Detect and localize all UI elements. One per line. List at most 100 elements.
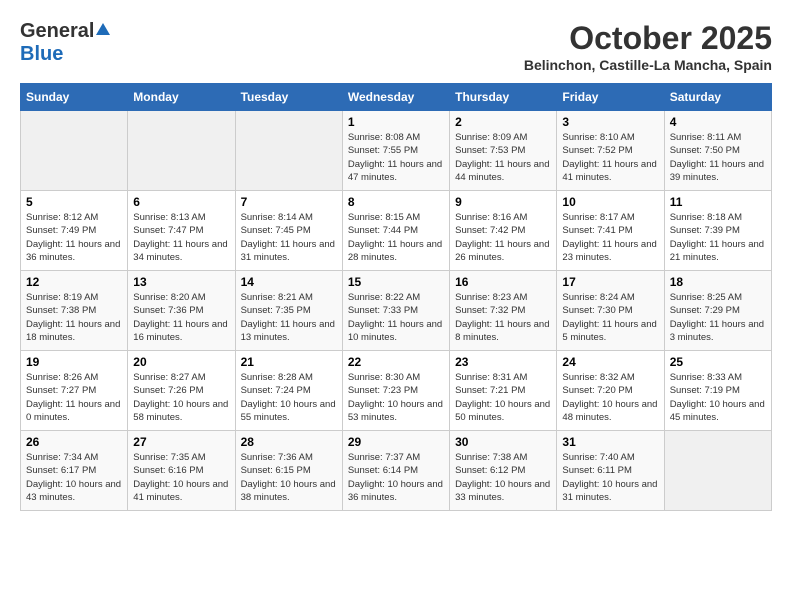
calendar-cell: 20Sunrise: 8:27 AM Sunset: 7:26 PM Dayli… (128, 351, 235, 431)
day-number: 28 (241, 435, 337, 449)
day-info: Sunrise: 8:08 AM Sunset: 7:55 PM Dayligh… (348, 131, 444, 184)
day-info: Sunrise: 8:13 AM Sunset: 7:47 PM Dayligh… (133, 211, 229, 264)
day-number: 7 (241, 195, 337, 209)
day-info: Sunrise: 7:40 AM Sunset: 6:11 PM Dayligh… (562, 451, 658, 504)
day-number: 15 (348, 275, 444, 289)
calendar-cell: 3Sunrise: 8:10 AM Sunset: 7:52 PM Daylig… (557, 111, 664, 191)
day-info: Sunrise: 8:23 AM Sunset: 7:32 PM Dayligh… (455, 291, 551, 344)
day-number: 23 (455, 355, 551, 369)
day-info: Sunrise: 8:26 AM Sunset: 7:27 PM Dayligh… (26, 371, 122, 424)
day-info: Sunrise: 8:22 AM Sunset: 7:33 PM Dayligh… (348, 291, 444, 344)
calendar-cell: 16 Sunrise: 8:23 AM Sunset: 7:32 PM Dayli… (450, 271, 557, 351)
day-info: Sunrise: 8:17 AM Sunset: 7:41 PM Dayligh… (562, 211, 658, 264)
weekday-header: Saturday (664, 84, 771, 111)
header: General Blue October 2025 Belinchon, Cas… (20, 20, 772, 73)
day-number: 31 (562, 435, 658, 449)
calendar-cell: 30 Sunrise: 7:38 AM Sunset: 6:12 PM Dayli… (450, 431, 557, 511)
calendar-cell: 22 Sunrise: 8:30 AM Sunset: 7:23 PM Dayli… (342, 351, 449, 431)
day-info: Sunrise: 7:36 AM Sunset: 6:15 PM Dayligh… (241, 451, 337, 504)
title-area: October 2025 Belinchon, Castille-La Manc… (524, 20, 772, 73)
calendar-cell: 8 Sunrise: 8:15 AM Sunset: 7:44 PM Daylig… (342, 191, 449, 271)
logo-general: General (20, 20, 94, 43)
location: Belinchon, Castille-La Mancha, Spain (524, 57, 772, 73)
calendar-cell: 26 Sunrise: 7:34 AM Sunset: 6:17 PM Dayli… (21, 431, 128, 511)
day-number: 12 (26, 275, 122, 289)
day-info: Sunrise: 8:31 AM Sunset: 7:21 PM Dayligh… (455, 371, 551, 424)
weekday-header: Wednesday (342, 84, 449, 111)
day-number: 8 (348, 195, 444, 209)
calendar-cell: 28 Sunrise: 7:36 AM Sunset: 6:15 PM Dayli… (235, 431, 342, 511)
calendar-cell: 14 Sunrise: 8:21 AM Sunset: 7:35 PM Dayli… (235, 271, 342, 351)
logo: General Blue (20, 20, 113, 66)
day-info: Sunrise: 8:24 AM Sunset: 7:30 PM Dayligh… (562, 291, 658, 344)
day-info: Sunrise: 8:15 AM Sunset: 7:44 PM Dayligh… (348, 211, 444, 264)
day-number: 30 (455, 435, 551, 449)
calendar-cell: 4 Sunrise: 8:11 AM Sunset: 7:50 PM Daylig… (664, 111, 771, 191)
day-info: Sunrise: 8:28 AM Sunset: 7:24 PM Dayligh… (241, 371, 337, 424)
calendar-cell: 17Sunrise: 8:24 AM Sunset: 7:30 PM Dayli… (557, 271, 664, 351)
day-number: 20 (133, 355, 229, 369)
day-info: Sunrise: 8:12 AM Sunset: 7:49 PM Dayligh… (26, 211, 122, 264)
calendar-cell: 25Sunrise: 8:33 AM Sunset: 7:19 PM Dayli… (664, 351, 771, 431)
logo-triangle-icon (95, 21, 111, 37)
weekday-header: Friday (557, 84, 664, 111)
calendar-cell (235, 111, 342, 191)
day-number: 4 (670, 115, 766, 129)
calendar-cell: 18 Sunrise: 8:25 AM Sunset: 7:29 PM Dayli… (664, 271, 771, 351)
day-info: Sunrise: 7:38 AM Sunset: 6:12 PM Dayligh… (455, 451, 551, 504)
calendar-cell: 31 Sunrise: 7:40 AM Sunset: 6:11 PM Dayli… (557, 431, 664, 511)
calendar-cell: 11 Sunrise: 8:18 AM Sunset: 7:39 PM Dayli… (664, 191, 771, 271)
day-number: 2 (455, 115, 551, 129)
day-number: 9 (455, 195, 551, 209)
calendar-cell: 27Sunrise: 7:35 AM Sunset: 6:16 PM Dayli… (128, 431, 235, 511)
calendar-cell (21, 111, 128, 191)
calendar-cell: 2 Sunrise: 8:09 AM Sunset: 7:53 PM Daylig… (450, 111, 557, 191)
day-info: Sunrise: 8:21 AM Sunset: 7:35 PM Dayligh… (241, 291, 337, 344)
day-info: Sunrise: 8:30 AM Sunset: 7:23 PM Dayligh… (348, 371, 444, 424)
calendar-cell: 21 Sunrise: 8:28 AM Sunset: 7:24 PM Dayli… (235, 351, 342, 431)
day-info: Sunrise: 8:32 AM Sunset: 7:20 PM Dayligh… (562, 371, 658, 424)
day-info: Sunrise: 8:09 AM Sunset: 7:53 PM Dayligh… (455, 131, 551, 184)
day-info: Sunrise: 8:10 AM Sunset: 7:52 PM Dayligh… (562, 131, 658, 184)
month-title: October 2025 (524, 20, 772, 57)
day-info: Sunrise: 7:34 AM Sunset: 6:17 PM Dayligh… (26, 451, 122, 504)
day-number: 1 (348, 115, 444, 129)
day-number: 16 (455, 275, 551, 289)
weekday-header: Monday (128, 84, 235, 111)
day-number: 26 (26, 435, 122, 449)
calendar-cell: 7Sunrise: 8:14 AM Sunset: 7:45 PM Daylig… (235, 191, 342, 271)
day-number: 21 (241, 355, 337, 369)
day-number: 27 (133, 435, 229, 449)
day-info: Sunrise: 8:11 AM Sunset: 7:50 PM Dayligh… (670, 131, 766, 184)
day-number: 11 (670, 195, 766, 209)
day-info: Sunrise: 8:18 AM Sunset: 7:39 PM Dayligh… (670, 211, 766, 264)
weekday-header: Thursday (450, 84, 557, 111)
day-number: 10 (562, 195, 658, 209)
calendar-cell: 24Sunrise: 8:32 AM Sunset: 7:20 PM Dayli… (557, 351, 664, 431)
calendar-cell: 13 Sunrise: 8:20 AM Sunset: 7:36 PM Dayli… (128, 271, 235, 351)
calendar-cell: 10 Sunrise: 8:17 AM Sunset: 7:41 PM Dayli… (557, 191, 664, 271)
calendar-cell: 5 Sunrise: 8:12 AM Sunset: 7:49 PM Daylig… (21, 191, 128, 271)
calendar-cell: 9 Sunrise: 8:16 AM Sunset: 7:42 PM Daylig… (450, 191, 557, 271)
calendar-table: SundayMondayTuesdayWednesdayThursdayFrid… (20, 83, 772, 511)
weekday-header: Tuesday (235, 84, 342, 111)
day-number: 25 (670, 355, 766, 369)
day-number: 18 (670, 275, 766, 289)
weekday-header: Sunday (21, 84, 128, 111)
day-number: 14 (241, 275, 337, 289)
day-number: 19 (26, 355, 122, 369)
day-info: Sunrise: 8:25 AM Sunset: 7:29 PM Dayligh… (670, 291, 766, 344)
day-number: 5 (26, 195, 122, 209)
day-info: Sunrise: 8:20 AM Sunset: 7:36 PM Dayligh… (133, 291, 229, 344)
calendar-cell: 12Sunrise: 8:19 AM Sunset: 7:38 PM Dayli… (21, 271, 128, 351)
calendar-cell: 1 Sunrise: 8:08 AM Sunset: 7:55 PM Daylig… (342, 111, 449, 191)
calendar-cell (128, 111, 235, 191)
calendar-cell (664, 431, 771, 511)
day-number: 6 (133, 195, 229, 209)
day-number: 13 (133, 275, 229, 289)
day-number: 22 (348, 355, 444, 369)
logo-blue: Blue (20, 43, 63, 65)
day-info: Sunrise: 8:16 AM Sunset: 7:42 PM Dayligh… (455, 211, 551, 264)
calendar-cell: 15 Sunrise: 8:22 AM Sunset: 7:33 PM Dayli… (342, 271, 449, 351)
day-info: Sunrise: 7:37 AM Sunset: 6:14 PM Dayligh… (348, 451, 444, 504)
